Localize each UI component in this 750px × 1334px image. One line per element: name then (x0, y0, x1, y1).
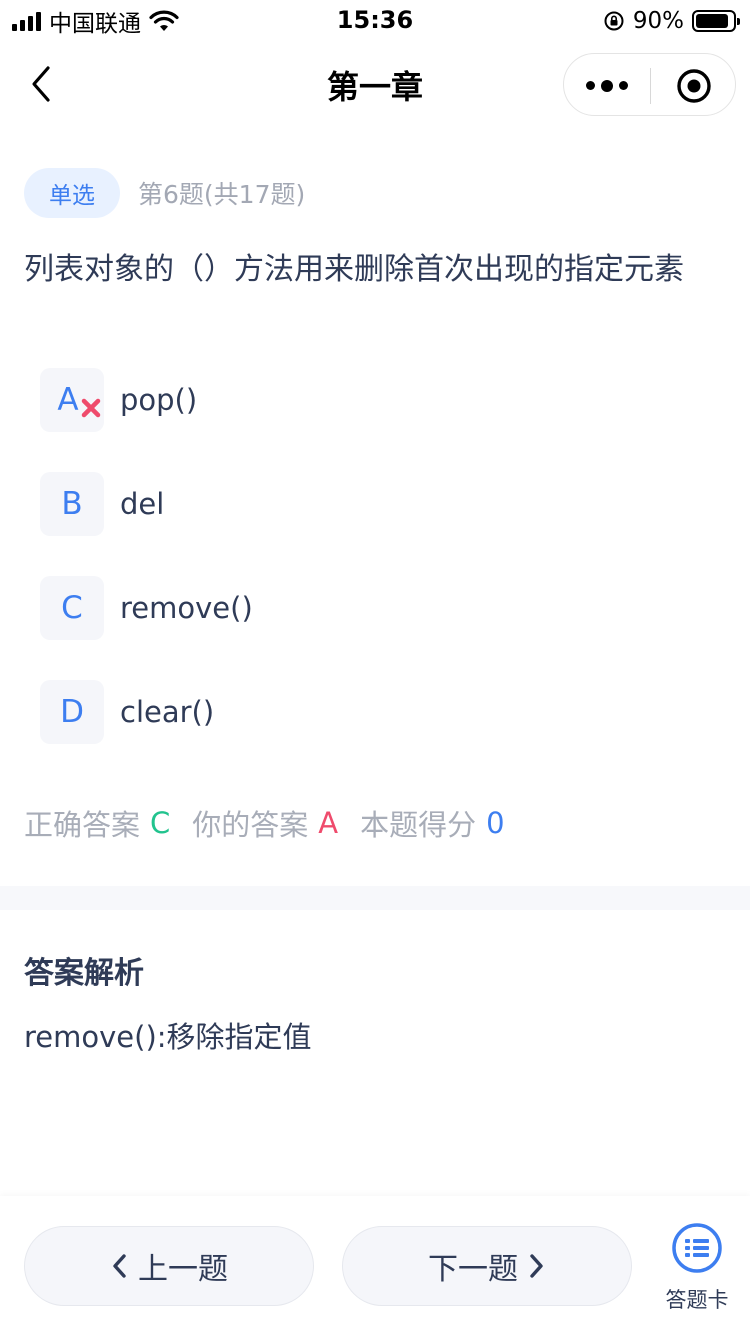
your-answer-label: 你的答案 (192, 808, 309, 842)
your-answer-value: A (318, 806, 339, 840)
battery-icon (692, 10, 740, 32)
orientation-lock-icon (604, 11, 624, 31)
close-target-icon[interactable] (676, 68, 712, 104)
prev-question-button[interactable]: 上一题 (24, 1226, 314, 1306)
score-value: 0 (486, 806, 505, 840)
bottom-bar: 上一题 下一题 答题卡 (0, 1196, 750, 1334)
option-letter: B (40, 472, 104, 536)
option-letter-text: B (61, 486, 83, 522)
correct-answer-value: C (150, 806, 171, 840)
wrong-x-icon (81, 398, 101, 418)
option-text: del (120, 487, 165, 521)
option-text: clear() (120, 695, 215, 729)
option-letter: C (40, 576, 104, 640)
option-b[interactable]: B del (40, 472, 700, 536)
option-letter: A (40, 368, 104, 432)
prev-question-label: 上一题 (138, 1252, 228, 1287)
option-letter-text: D (60, 694, 84, 730)
chevron-left-icon (113, 1254, 126, 1278)
question-index: 第6题(共17题) (138, 180, 306, 209)
answer-card-icon (672, 1223, 722, 1273)
analysis-title: 答案解析 (24, 956, 144, 991)
next-question-label: 下一题 (428, 1252, 518, 1287)
status-bar: 中国联通 15:36 90% (0, 0, 750, 44)
capsule-divider (650, 68, 651, 104)
status-right: 90% (603, 7, 740, 35)
mini-program-capsule (563, 53, 736, 116)
option-letter: D (40, 680, 104, 744)
next-question-button[interactable]: 下一题 (342, 1226, 632, 1306)
answer-result: 正确答案 C 你的答案 A 本题得分 0 (24, 802, 527, 844)
answer-card-label: 答题卡 (665, 1288, 729, 1312)
option-letter-text: C (61, 590, 83, 626)
score-label: 本题得分 (360, 808, 477, 842)
question-header: 单选 第6题(共17题) (24, 168, 305, 218)
correct-answer-label: 正确答案 (24, 808, 141, 842)
battery-fill (696, 14, 729, 28)
option-d[interactable]: D clear() (40, 680, 700, 744)
answer-card-button[interactable]: 答题卡 (660, 1222, 734, 1314)
question-type-tag: 单选 (24, 168, 120, 218)
more-button[interactable] (564, 54, 650, 117)
section-divider (0, 886, 750, 910)
more-dots-icon (586, 81, 595, 90)
option-letter-text: A (57, 382, 79, 418)
question-text: 列表对象的（）方法用来删除首次出现的指定元素 (24, 252, 684, 287)
option-c[interactable]: C remove() (40, 576, 700, 640)
option-text: remove() (120, 591, 253, 625)
option-text: pop() (120, 383, 198, 417)
battery-percent: 90% (632, 8, 684, 34)
nav-bar: 第一章 (0, 44, 750, 124)
analysis-text: remove():移除指定值 (24, 1020, 312, 1054)
chevron-right-icon (530, 1254, 543, 1278)
option-a[interactable]: A pop() (40, 368, 700, 432)
